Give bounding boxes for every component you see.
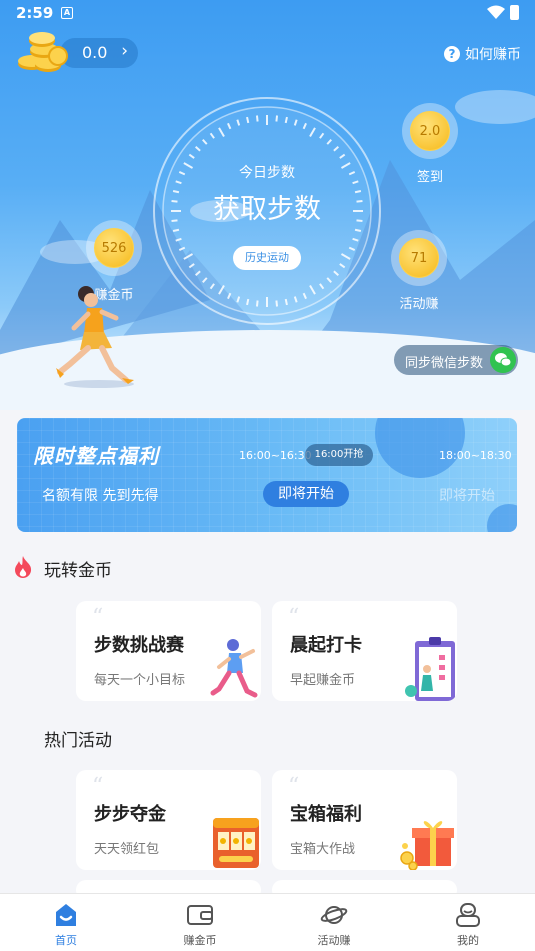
coin-stack-icon <box>18 32 68 72</box>
card-title: 步数挑战赛 <box>94 635 184 656</box>
quote-icon: “ <box>288 774 300 799</box>
sync-wechat-steps-label: 同步微信步数 <box>405 356 484 371</box>
activity-label: 活动赚 <box>399 297 439 312</box>
history-sport-button[interactable]: 历史运动 <box>233 246 301 270</box>
earn-coins-bubble[interactable]: 526 <box>86 220 142 276</box>
planet-icon <box>320 906 348 924</box>
card-subtitle: 宝箱大作战 <box>290 842 356 857</box>
wechat-icon <box>490 347 516 373</box>
tab-profile-label: 我的 <box>457 934 479 947</box>
time-slot-3: 18:00~18:30 <box>439 449 512 462</box>
step-gold-card[interactable]: “ 步步夺金 天天领红包 <box>76 770 261 870</box>
quote-icon: “ <box>288 605 300 630</box>
coin-balance-button[interactable]: 0.0 › <box>60 38 138 68</box>
activity-value: 71 <box>399 238 439 278</box>
gift-box-icon <box>400 821 454 870</box>
dial-tick <box>284 116 288 124</box>
step-challenge-card[interactable]: “ 步数挑战赛 每天一个小目标 <box>76 601 261 701</box>
tab-activity-label: 活动赚 <box>317 934 351 947</box>
how-to-earn-link[interactable]: ? 如何赚币 <box>444 44 521 64</box>
wifi-icon <box>487 5 505 19</box>
tab-home[interactable]: 首页 <box>26 894 106 951</box>
dial-tick <box>246 116 250 124</box>
morning-checkin-card[interactable]: “ 晨起打卡 早起赚金币 <box>272 601 457 701</box>
banner-title: 限时整点福利 <box>33 444 159 468</box>
coming-soon-muted: 即将开始 <box>439 488 495 504</box>
battery-icon <box>510 5 519 20</box>
tab-profile[interactable]: 我的 <box>428 894 508 951</box>
wallet-icon <box>187 905 213 925</box>
earn-coins-value: 526 <box>94 228 134 268</box>
card-title: 晨起打卡 <box>290 635 362 656</box>
profile-icon <box>456 903 480 927</box>
sync-wechat-steps-button[interactable]: 同步微信步数 <box>394 345 518 375</box>
play-coins-title: 玩转金币 <box>44 561 112 581</box>
runner-illustration <box>56 286 134 388</box>
coming-soon-button[interactable]: 即将开始 <box>263 481 349 507</box>
hourly-bonus-banner[interactable]: 限时整点福利 名额有限 先到先得 16:00~16:30 16:00开抢 18:… <box>17 418 517 532</box>
banner-subtitle: 名额有限 先到先得 <box>42 488 159 504</box>
dial-tick <box>275 115 279 122</box>
chevron-right-icon: › <box>121 41 128 61</box>
card-subtitle: 每天一个小目标 <box>94 673 186 688</box>
dial-tick <box>246 298 250 306</box>
today-steps-label: 今日步数 <box>239 165 295 181</box>
signin-label: 签到 <box>416 170 443 185</box>
checklist-icon <box>405 637 455 701</box>
tab-activity[interactable]: 活动赚 <box>294 894 374 951</box>
dial-tick <box>172 228 180 232</box>
slot-machine-icon <box>213 818 259 868</box>
dial-tick <box>255 300 259 307</box>
tab-home-label: 首页 <box>55 934 77 947</box>
get-steps-label: 获取步数 <box>213 194 321 225</box>
tab-earn[interactable]: 赚金币 <box>160 894 240 951</box>
dial-tick <box>284 298 288 306</box>
runner-icon <box>210 639 258 698</box>
signin-value: 2.0 <box>410 111 450 151</box>
coin-balance-value: 0.0 <box>82 43 108 62</box>
quote-icon: “ <box>92 605 104 630</box>
activity-bubble[interactable]: 71 <box>391 230 447 286</box>
signin-bubble[interactable]: 2.0 <box>402 103 458 159</box>
status-bar: 2:59 A <box>0 0 535 26</box>
card-title: 步步夺金 <box>94 804 166 825</box>
card-subtitle: 天天领红包 <box>94 842 160 857</box>
home-icon <box>56 904 76 926</box>
cloud <box>455 90 535 124</box>
quote-icon: “ <box>92 774 104 799</box>
card-title: 宝箱福利 <box>290 804 362 825</box>
dial-tick <box>275 300 279 307</box>
card-subtitle: 早起赚金币 <box>290 673 356 688</box>
hot-activities-title: 热门活动 <box>44 731 112 751</box>
bottom-tab-bar: 首页 赚金币 活动赚 我的 <box>0 893 535 951</box>
help-icon: ? <box>444 46 460 62</box>
time-slot-now[interactable]: 16:00开抢 <box>305 444 373 466</box>
dial-tick <box>354 228 362 232</box>
notification-icon: A <box>61 7 73 19</box>
treasure-box-card[interactable]: “ 宝箱福利 宝箱大作战 <box>272 770 457 870</box>
dial-tick <box>255 115 259 122</box>
tab-earn-label: 赚金币 <box>183 934 217 947</box>
status-time: 2:59 <box>16 4 54 22</box>
how-to-earn-label: 如何赚币 <box>465 47 521 63</box>
fire-icon <box>15 556 32 578</box>
time-slot-1: 16:00~16:30 <box>239 449 312 462</box>
